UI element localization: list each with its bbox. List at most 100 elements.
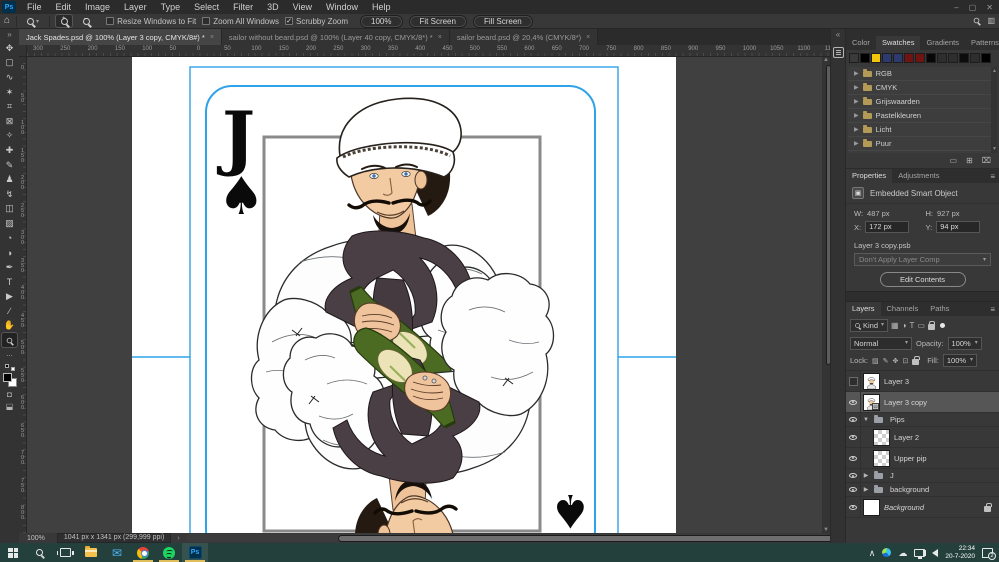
tab-channels[interactable]: Channels	[881, 302, 925, 316]
visibility-toggle[interactable]	[846, 497, 861, 517]
layer-thumbnail[interactable]	[873, 483, 886, 496]
lock-artboard-icon[interactable]: ⊡	[902, 357, 908, 365]
color-swatch[interactable]	[893, 53, 903, 63]
kind-filter-dropdown[interactable]: Kind ▾	[850, 319, 889, 332]
status-menu-arrow-icon[interactable]: ›	[177, 535, 179, 542]
brush-tool[interactable]: ✎	[2, 158, 17, 173]
new-swatch-icon[interactable]: ⊞	[966, 156, 973, 165]
blend-mode-dropdown[interactable]: Normal ▾	[850, 337, 912, 350]
chevron-right-icon[interactable]: ▶	[854, 112, 859, 119]
group-chevron-icon[interactable]: ▼	[861, 417, 871, 423]
path-select-tool[interactable]: ▶	[2, 289, 17, 304]
filter-pixel-icon[interactable]: ▦	[891, 321, 899, 330]
layer-thumbnail[interactable]	[863, 498, 880, 516]
filter-toggle-icon[interactable]	[939, 323, 945, 328]
menu-view[interactable]: View	[286, 0, 319, 14]
menu-image[interactable]: Image	[78, 0, 117, 14]
tab-layers[interactable]: Layers	[846, 302, 881, 316]
layer-row-pips[interactable]: ▼ Pips	[846, 413, 999, 427]
home-icon[interactable]: ⌂	[4, 16, 10, 26]
canvas-viewport[interactable]: J ♠ ♠	[27, 57, 822, 533]
line-tool[interactable]: ∕	[2, 304, 17, 319]
document-tab[interactable]: sailor without beard.psd @ 100% (Layer 4…	[221, 29, 450, 45]
layer-row-layer-3[interactable]: Layer 3	[846, 371, 999, 392]
spotify-button[interactable]	[156, 543, 182, 562]
tab-color[interactable]: Color	[846, 36, 876, 50]
scroll-up-icon[interactable]: ▲	[823, 57, 829, 63]
close-icon[interactable]: ×	[586, 34, 590, 41]
file-explorer-button[interactable]	[78, 543, 104, 562]
color-swatch[interactable]	[860, 53, 870, 63]
edit-contents-button[interactable]: Edit Contents	[879, 272, 966, 287]
hand-tool[interactable]: ✋	[2, 318, 17, 333]
color-swatch[interactable]	[970, 53, 980, 63]
lasso-tool[interactable]: ∿	[2, 70, 17, 85]
menu-help[interactable]: Help	[365, 0, 398, 14]
swatch-folder-rgb[interactable]: ▶ RGB	[848, 67, 997, 81]
document-tab[interactable]: sailor beard.psd @ 20,4% (CMYK/8*) ×	[449, 29, 599, 45]
layer-row-layer-2[interactable]: Layer 2	[846, 427, 999, 448]
default-colors-icon[interactable]	[4, 364, 15, 372]
layer-row-layer-3-copy[interactable]: ▤ Layer 3 copy	[846, 392, 999, 413]
foreground-color-swatch[interactable]	[2, 373, 12, 383]
pen-tool[interactable]: ✒	[2, 260, 17, 275]
y-field[interactable]: 94 px	[936, 221, 981, 233]
color-swatch[interactable]	[871, 53, 881, 63]
visibility-toggle[interactable]	[846, 448, 861, 468]
filter-smart-object-icon[interactable]	[927, 321, 936, 330]
swatch-folder-grijswaarden[interactable]: ▶ Grijswaarden	[848, 95, 997, 109]
layer-thumbnail[interactable]	[873, 428, 890, 446]
window-control[interactable]: ✕	[986, 3, 993, 12]
status-zoom-level[interactable]: 100%	[27, 535, 45, 542]
chrome-button[interactable]	[130, 543, 156, 562]
color-swatch[interactable]	[849, 53, 859, 63]
layer-thumbnail[interactable]	[863, 372, 880, 390]
history-panel-icon[interactable]	[832, 47, 844, 58]
tab-gradients[interactable]: Gradients	[920, 36, 965, 50]
screen-mode-icon[interactable]: ⬓	[6, 402, 14, 411]
new-group-icon[interactable]: ▭	[950, 156, 958, 165]
checkbox-scrubby-zoom[interactable]: ✓ Scrubby Zoom	[285, 17, 348, 26]
x-field[interactable]: 172 px	[865, 221, 910, 233]
chevron-right-icon[interactable]: ▶	[854, 70, 859, 77]
action-center-icon[interactable]: 2	[982, 547, 996, 560]
tab-swatches[interactable]: Swatches	[875, 36, 921, 50]
filter-adjustment-icon[interactable]: ◑	[902, 321, 907, 330]
ruler-corner[interactable]	[19, 45, 27, 57]
color-swatch[interactable]	[904, 53, 914, 63]
visibility-toggle[interactable]	[846, 427, 861, 447]
fill-dropdown[interactable]: 100% ▾	[942, 354, 978, 367]
swatch-folder-pastelkleuren[interactable]: ▶ Pastelkleuren	[848, 109, 997, 123]
lock-transparency-icon[interactable]: ▨	[872, 357, 879, 365]
layer-row-j[interactable]: ▶ J	[846, 469, 999, 483]
close-icon[interactable]: ×	[210, 34, 214, 41]
menu-type[interactable]: Type	[154, 0, 188, 14]
color-swatch[interactable]	[948, 53, 958, 63]
visibility-toggle[interactable]	[846, 483, 861, 496]
chevron-right-icon[interactable]: ▶	[854, 84, 859, 91]
layer-row-upper-pip[interactable]: Upper pip	[846, 448, 999, 469]
lock-paint-icon[interactable]: ✎	[883, 357, 889, 365]
group-chevron-icon[interactable]: ▶	[861, 486, 871, 493]
color-swatch[interactable]	[915, 53, 925, 63]
menu-layer[interactable]: Layer	[117, 0, 154, 14]
color-swatch[interactable]	[959, 53, 969, 63]
collapse-panels-icon[interactable]: «	[831, 29, 845, 41]
history-brush-tool[interactable]: ↯	[2, 187, 17, 202]
type-tool[interactable]: T	[2, 275, 17, 290]
layer-comp-dropdown[interactable]: Don't Apply Layer Comp ▾	[854, 253, 991, 266]
quick-mask-icon[interactable]: ◘	[7, 390, 12, 399]
vertical-ruler[interactable]: 0 50 100 150 200 250 300 350 400 450 500 550 600 650 7…	[19, 57, 27, 533]
menu-edit[interactable]: Edit	[49, 0, 79, 14]
group-chevron-icon[interactable]: ▶	[861, 472, 871, 479]
tab-paths[interactable]: Paths	[924, 302, 955, 316]
search-icon[interactable]	[974, 17, 980, 24]
checkbox-zoom-all-windows[interactable]: Zoom All Windows	[202, 17, 279, 26]
document-tab[interactable]: Jack Spades.psd @ 100% (Layer 3 copy, CM…	[19, 29, 222, 45]
visibility-toggle[interactable]	[846, 469, 861, 482]
eraser-tool[interactable]: ◫	[2, 202, 17, 217]
start-button[interactable]	[0, 543, 26, 562]
swatch-folder-licht[interactable]: ▶ Licht	[848, 123, 997, 137]
color-swatch[interactable]	[882, 53, 892, 63]
photoshop-taskbar-button[interactable]: Ps	[182, 543, 208, 562]
